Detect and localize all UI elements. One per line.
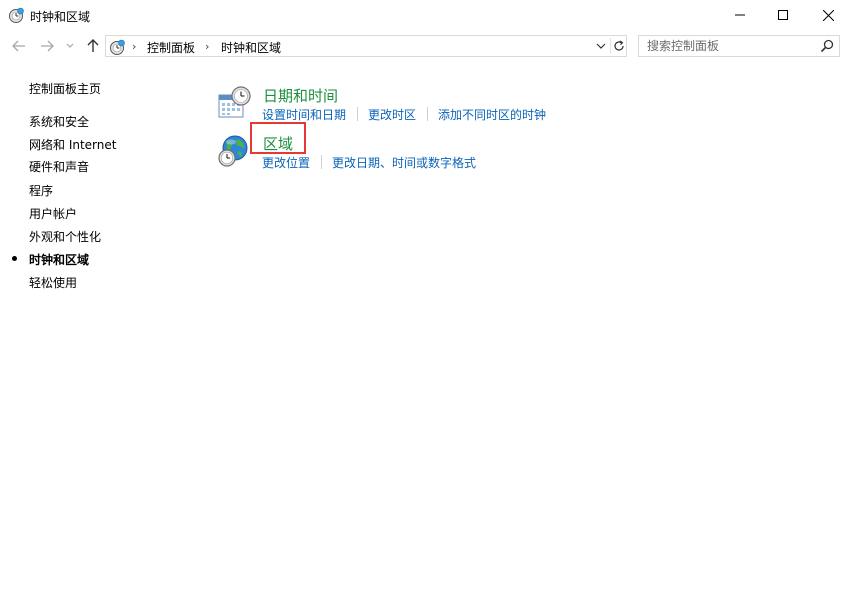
close-icon bbox=[822, 9, 834, 21]
change-date-time-number-formats-link[interactable]: 更改日期、时间或数字格式 bbox=[332, 154, 476, 171]
chevron-down-icon bbox=[596, 43, 606, 49]
breadcrumb-separator[interactable]: › bbox=[132, 40, 136, 53]
breadcrumb-separator[interactable]: › bbox=[205, 40, 209, 53]
add-clocks-link[interactable]: 添加不同时区的时钟 bbox=[438, 106, 546, 123]
search-input[interactable] bbox=[639, 36, 814, 56]
back-button[interactable] bbox=[10, 36, 28, 56]
link-separator bbox=[357, 107, 358, 121]
maximize-icon bbox=[778, 10, 788, 20]
sidebar-item-control-panel-home[interactable]: 控制面板主页 bbox=[29, 80, 101, 97]
sidebar-item-appearance[interactable]: 外观和个性化 bbox=[29, 228, 101, 245]
maximize-button[interactable] bbox=[760, 0, 806, 30]
control-panel-icon bbox=[109, 39, 125, 55]
clock-globe-icon bbox=[8, 7, 24, 23]
title-bar: 时钟和区域 bbox=[0, 0, 851, 30]
date-time-title-link[interactable]: 日期和时间 bbox=[263, 85, 338, 106]
minimize-icon bbox=[735, 14, 745, 16]
arrow-up-icon bbox=[87, 39, 99, 52]
region-highlight-box bbox=[250, 122, 306, 154]
breadcrumb-clock-region[interactable]: 时钟和区域 bbox=[221, 39, 281, 56]
globe-clock-icon[interactable] bbox=[217, 134, 251, 168]
up-button[interactable] bbox=[84, 36, 102, 56]
change-location-link[interactable]: 更改位置 bbox=[262, 154, 310, 171]
refresh-button[interactable] bbox=[612, 38, 626, 54]
address-dropdown-button[interactable] bbox=[594, 39, 608, 53]
link-separator bbox=[321, 155, 322, 169]
divider bbox=[610, 38, 611, 54]
sidebar-item-hardware-sound[interactable]: 硬件和声音 bbox=[29, 158, 89, 175]
calendar-clock-icon[interactable] bbox=[217, 86, 251, 120]
link-separator bbox=[427, 107, 428, 121]
sidebar-item-network-internet[interactable]: 网络和 Internet bbox=[29, 136, 116, 153]
sidebar-item-ease-of-access[interactable]: 轻松使用 bbox=[29, 274, 77, 291]
address-bar[interactable]: › 控制面板 › 时钟和区域 bbox=[105, 35, 627, 57]
change-time-zone-link[interactable]: 更改时区 bbox=[368, 106, 416, 123]
arrow-right-icon bbox=[41, 40, 54, 52]
sidebar-item-clock-region[interactable]: 时钟和区域 bbox=[29, 251, 89, 268]
arrow-left-icon bbox=[12, 40, 25, 52]
set-time-date-link[interactable]: 设置时间和日期 bbox=[262, 106, 346, 123]
breadcrumb-control-panel[interactable]: 控制面板 bbox=[147, 39, 195, 56]
minimize-button[interactable] bbox=[717, 0, 763, 30]
sidebar-item-programs[interactable]: 程序 bbox=[29, 182, 53, 199]
window-title: 时钟和区域 bbox=[30, 10, 91, 24]
sidebar-item-system-security[interactable]: 系统和安全 bbox=[29, 113, 89, 130]
forward-button[interactable] bbox=[38, 36, 56, 56]
recent-locations-button[interactable] bbox=[64, 36, 76, 56]
refresh-icon bbox=[614, 40, 624, 51]
sidebar-item-user-accounts[interactable]: 用户帐户 bbox=[29, 205, 77, 222]
active-indicator bbox=[12, 256, 17, 261]
search-box[interactable] bbox=[638, 35, 840, 57]
close-button[interactable] bbox=[805, 0, 851, 30]
chevron-down-icon bbox=[66, 43, 74, 48]
search-icon[interactable] bbox=[820, 39, 834, 53]
